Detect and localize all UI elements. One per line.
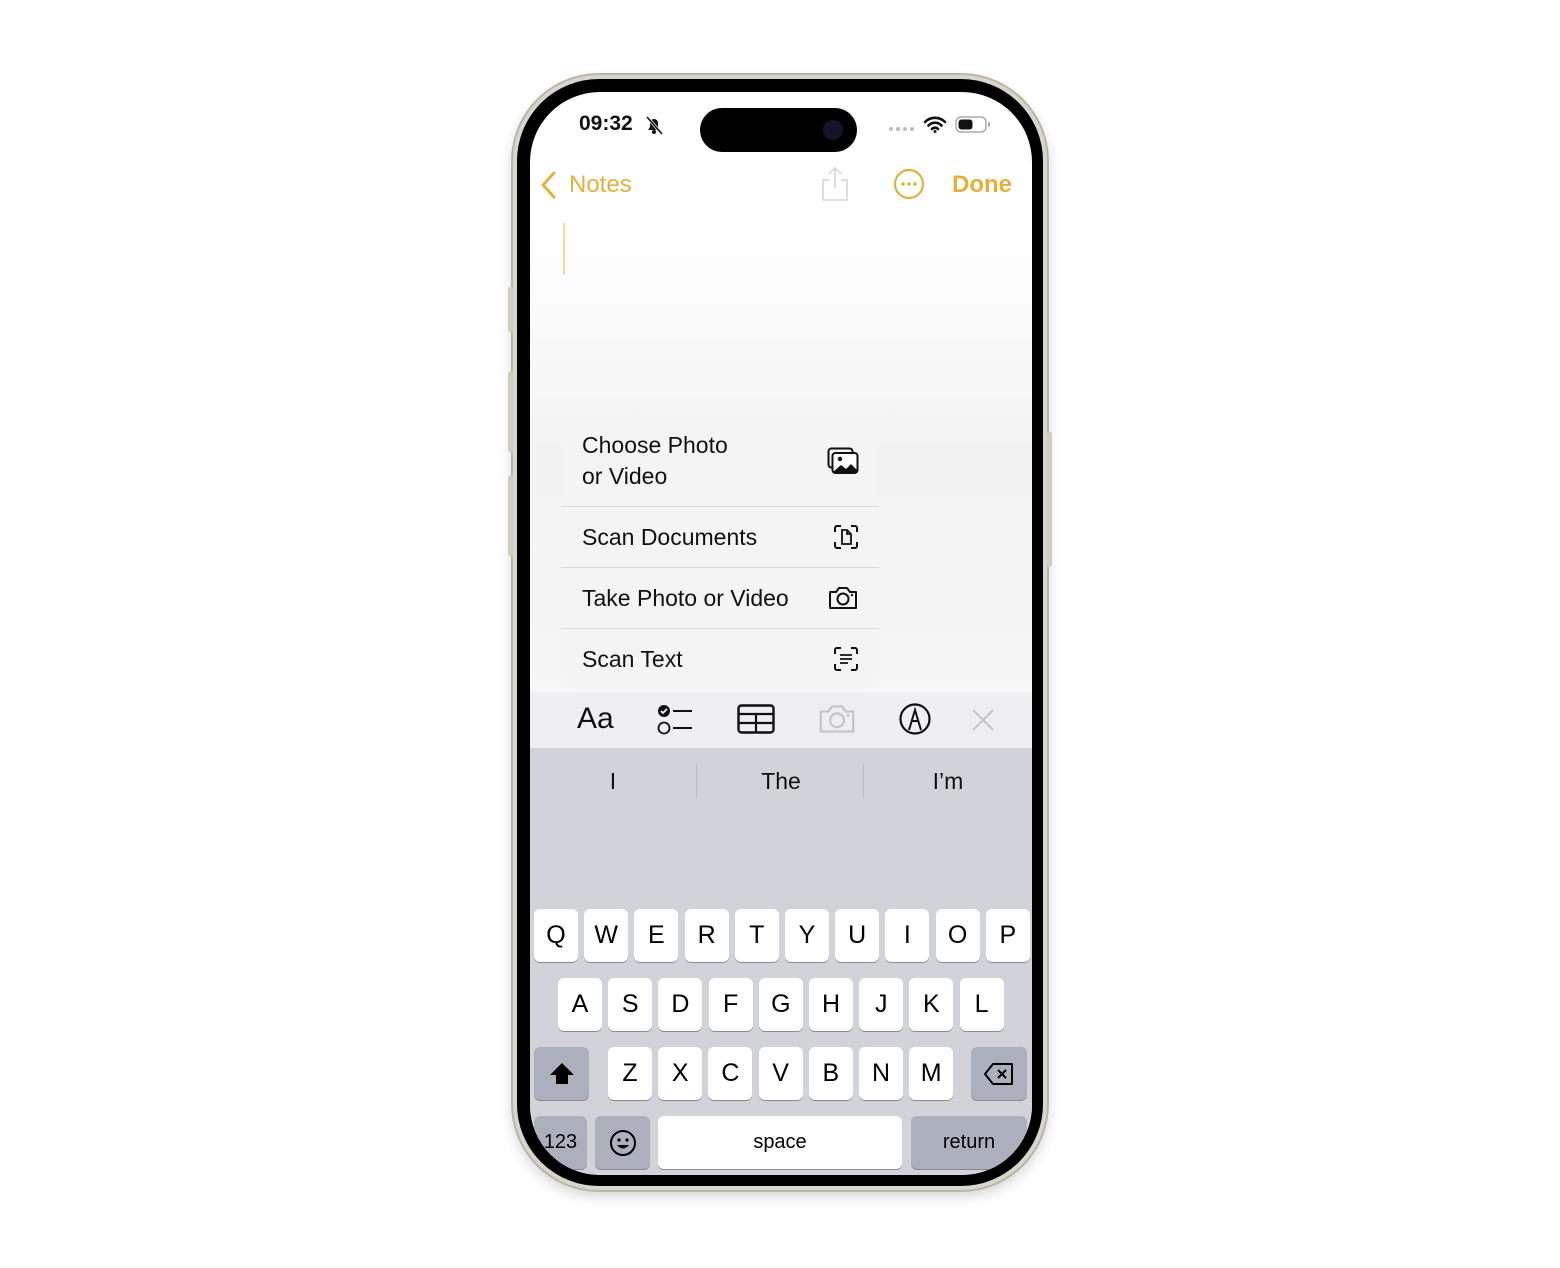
key-k[interactable]: K <box>909 978 954 1031</box>
delete-key[interactable] <box>971 1047 1027 1100</box>
more-options-icon[interactable] <box>893 168 925 200</box>
battery-icon <box>955 116 990 133</box>
menu-item-scan-text[interactable]: Scan Text <box>561 629 879 689</box>
shift-icon <box>549 1062 574 1084</box>
menu-item-label: or Video <box>582 462 668 489</box>
camera-icon[interactable] <box>817 702 857 736</box>
checklist-icon[interactable] <box>657 703 693 737</box>
done-button[interactable]: Done <box>952 171 1012 199</box>
menu-item-take-photo[interactable]: Take Photo or Video <box>561 568 879 629</box>
key-n[interactable]: N <box>859 1047 903 1100</box>
photo-library-icon <box>827 447 859 474</box>
table-icon[interactable] <box>737 704 775 734</box>
key-m[interactable]: M <box>909 1047 954 1100</box>
close-icon[interactable] <box>971 708 995 732</box>
delete-icon <box>984 1062 1013 1085</box>
key-f[interactable]: F <box>708 978 753 1031</box>
shift-key[interactable] <box>534 1047 589 1100</box>
key-h[interactable]: H <box>809 978 853 1031</box>
key-x[interactable]: X <box>658 1047 703 1100</box>
suggestion[interactable]: The <box>701 768 861 795</box>
key-q[interactable]: Q <box>534 909 578 962</box>
menu-item-label: Take Photo or Video <box>582 584 789 611</box>
key-w[interactable]: W <box>584 909 629 962</box>
key-d[interactable]: D <box>658 978 703 1031</box>
camera-icon <box>829 587 857 609</box>
cellular-dots-icon <box>889 127 914 131</box>
power-button <box>1047 432 1052 567</box>
menu-item-scan-documents[interactable]: Scan Documents <box>561 507 879 568</box>
text-cursor <box>563 223 565 275</box>
wifi-icon <box>923 116 947 133</box>
key-a[interactable]: A <box>558 978 602 1031</box>
format-button[interactable]: Aa <box>577 702 614 736</box>
keyboard: I The I’m QWERTYUIOPASDFGHJKLZXCVBNM 123… <box>530 748 1032 1175</box>
return-key[interactable]: return <box>911 1116 1027 1169</box>
scan-document-icon <box>834 525 858 549</box>
volume-down-button <box>508 476 513 556</box>
numbers-key[interactable]: 123 <box>534 1116 587 1169</box>
key-z[interactable]: Z <box>608 1047 652 1100</box>
menu-item-label: Choose Photo <box>582 431 728 458</box>
key-u[interactable]: U <box>835 909 880 962</box>
key-c[interactable]: C <box>708 1047 753 1100</box>
chevron-left-icon[interactable] <box>540 170 558 200</box>
suggestion[interactable]: I’m <box>868 768 1028 795</box>
menu-item-label: Scan Text <box>582 645 683 672</box>
dynamic-island <box>700 108 857 152</box>
emoji-key[interactable] <box>595 1116 650 1169</box>
bell-slash-icon <box>645 116 664 135</box>
key-y[interactable]: Y <box>785 909 829 962</box>
key-i[interactable]: I <box>885 909 930 962</box>
menu-item-label: Scan Documents <box>582 523 758 550</box>
screen: 09:32 Notes Done Choose Photo or Video S… <box>530 92 1032 1175</box>
suggestion[interactable]: I <box>533 768 693 795</box>
back-button[interactable]: Notes <box>569 171 632 199</box>
emoji-icon <box>609 1129 636 1156</box>
scan-text-icon <box>834 647 858 671</box>
key-g[interactable]: G <box>758 978 803 1031</box>
attachment-menu: Choose Photo or Video Scan Documents Tak… <box>561 415 879 689</box>
key-s[interactable]: S <box>608 978 653 1031</box>
key-r[interactable]: R <box>684 909 729 962</box>
key-l[interactable]: L <box>959 978 1004 1031</box>
menu-item-choose-photo[interactable]: Choose Photo or Video <box>561 415 879 507</box>
key-j[interactable]: J <box>859 978 904 1031</box>
markup-pen-icon[interactable] <box>898 702 932 736</box>
formatting-toolbar: Aa <box>530 692 1032 748</box>
key-p[interactable]: P <box>985 909 1030 962</box>
share-icon[interactable] <box>820 166 850 202</box>
key-v[interactable]: V <box>758 1047 803 1100</box>
volume-up-button <box>508 372 513 452</box>
key-b[interactable]: B <box>808 1047 853 1100</box>
key-e[interactable]: E <box>634 909 679 962</box>
key-t[interactable]: T <box>734 909 779 962</box>
action-button <box>508 287 513 332</box>
space-key[interactable]: space <box>658 1116 902 1169</box>
key-o[interactable]: O <box>935 909 980 962</box>
status-time: 09:32 <box>579 112 633 135</box>
